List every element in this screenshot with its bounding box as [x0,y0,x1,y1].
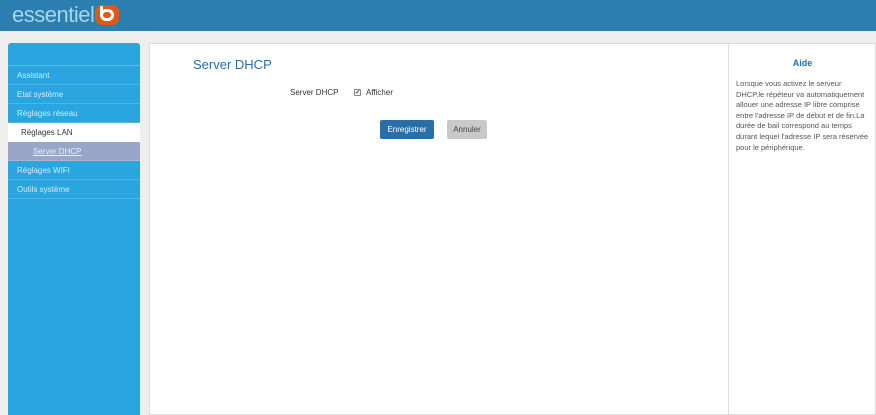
sidebar-item-outils-systeme[interactable]: Outils système [8,180,140,199]
logo-badge-icon [95,5,120,25]
save-button[interactable]: Enregistrer [380,120,434,139]
sidebar-item-etat-systeme[interactable]: Etat système [8,85,140,104]
top-bar: essentiel [0,0,876,31]
help-panel: Aide Lorsque vous activez le serveur DHC… [729,43,876,415]
sidebar-item-reglages-lan[interactable]: Réglages LAN [8,123,140,142]
help-text: Lorsque vous activez le serveur DHCP,le … [736,79,869,152]
sidebar: Assistant Etat système Réglages réseau R… [8,43,140,415]
logo[interactable]: essentiel [12,2,120,27]
sidebar-item-reglages-reseau[interactable]: Réglages réseau [8,104,140,123]
afficher-label[interactable]: Afficher [366,88,393,97]
sidebar-menu: Assistant Etat système Réglages réseau R… [8,65,140,199]
help-title: Aide [792,58,813,68]
main-panel: Server DHCP Server DHCP ✓ Afficher Enreg… [149,43,729,415]
sidebar-item-server-dhcp[interactable]: Server DHCP [8,142,140,161]
cancel-button[interactable]: Annuler [447,120,487,139]
sidebar-item-reglages-wifi[interactable]: Réglages WIFI [8,161,140,180]
logo-text: essentiel [12,2,95,27]
afficher-checkbox[interactable]: ✓ [354,89,361,96]
checkmark-icon: ✓ [355,89,361,96]
page-title: Server DHCP [193,57,272,72]
sidebar-item-assistant[interactable]: Assistant [8,66,140,85]
dhcp-server-label: Server DHCP [290,88,339,97]
